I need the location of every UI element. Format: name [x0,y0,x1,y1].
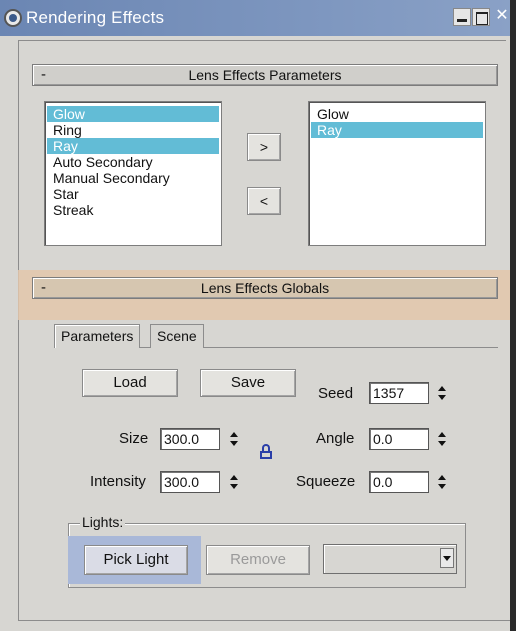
close-button[interactable]: ✕ [494,8,510,26]
list-item[interactable]: Auto Secondary [47,154,219,170]
squeeze-spinner[interactable] [436,472,448,492]
lights-group-label: Lights: [80,514,126,530]
rollout-title: Lens Effects Globals [200,280,330,296]
intensity-label: Intensity [90,473,146,490]
maximize-button[interactable] [472,8,490,26]
angle-label: Angle [316,430,355,447]
minimize-button[interactable] [453,8,471,26]
tab-scene[interactable]: Scene [150,324,204,348]
add-effect-button[interactable]: > [247,133,281,161]
size-field[interactable]: 300.0 [160,428,220,450]
remove-light-button[interactable]: Remove [206,545,310,575]
lock-body [260,451,272,459]
list-item[interactable]: Ray [311,122,483,138]
list-item[interactable]: Manual Secondary [47,170,219,186]
pick-light-button[interactable]: Pick Light [84,545,188,575]
size-spinner[interactable] [228,429,240,449]
list-item[interactable]: Star [47,186,219,202]
chevron-down-icon[interactable] [440,548,454,568]
size-label: Size [119,430,149,447]
tab-parameters[interactable]: Parameters [54,324,141,348]
squeeze-label: Squeeze [296,473,356,490]
panel-bottom-border [18,620,510,621]
window-edge [510,0,516,631]
save-button[interactable]: Save [200,369,296,397]
seed-label: Seed [318,385,354,402]
app-icon [4,9,22,27]
list-item[interactable]: Streak [47,202,219,218]
lights-dropdown[interactable] [323,544,457,574]
rollout-title: Lens Effects Parameters [188,67,342,83]
window-title: Rendering Effects [26,8,165,27]
angle-spinner[interactable] [436,429,448,449]
applied-effects-list[interactable]: Glow Ray [308,101,486,246]
angle-field[interactable]: 0.0 [369,428,429,450]
rendering-effects-window: Rendering Effects ✕ - Lens Effects Param… [0,0,510,631]
list-item[interactable]: Ray [47,138,219,154]
intensity-field[interactable]: 300.0 [160,471,220,493]
rollout-header-lens-parameters[interactable]: - Lens Effects Parameters [32,64,498,86]
available-effects-list[interactable]: Glow Ring Ray Auto Secondary Manual Seco… [44,101,222,246]
load-button[interactable]: Load [82,369,178,397]
intensity-spinner[interactable] [228,472,240,492]
lock-icon[interactable] [259,444,273,460]
seed-field[interactable]: 1357 [369,382,429,404]
squeeze-field[interactable]: 0.0 [369,471,429,493]
remove-effect-button[interactable]: < [247,187,281,215]
title-bar[interactable]: Rendering Effects ✕ [0,0,510,36]
rollout-header-lens-globals[interactable]: - Lens Effects Globals [32,277,498,299]
list-item[interactable]: Glow [311,106,483,122]
list-item[interactable]: Glow [47,106,219,122]
list-item[interactable]: Ring [47,122,219,138]
seed-spinner[interactable] [436,383,448,403]
